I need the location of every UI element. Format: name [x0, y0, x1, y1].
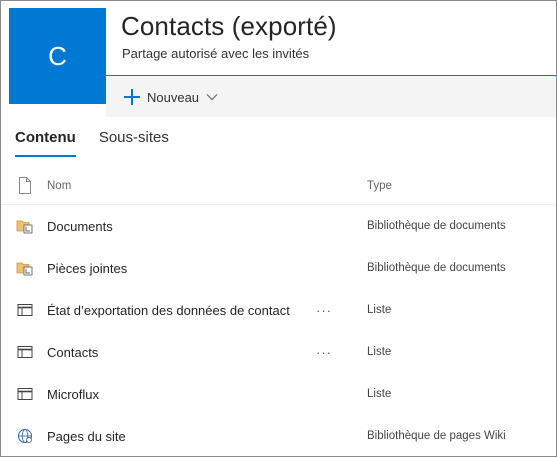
list-item[interactable]: État d’exportation des données de contac… — [1, 289, 556, 331]
list-item[interactable]: Pièces jointes Bibliothèque de documents — [1, 247, 556, 289]
item-name[interactable]: Contacts — [47, 331, 98, 373]
item-name[interactable]: Pages du site — [47, 415, 126, 456]
item-name[interactable]: Microflux — [47, 373, 99, 415]
list-item[interactable]: Microflux Liste — [1, 373, 556, 415]
site-title[interactable]: Contacts (exporté) — [121, 11, 337, 42]
column-header-name[interactable]: Nom — [47, 166, 71, 205]
file-type-header-icon[interactable] — [15, 166, 35, 205]
item-type: Bibliothèque de documents — [367, 220, 506, 232]
item-type: Liste — [367, 346, 392, 358]
list-icon — [15, 289, 35, 331]
more-options-icon[interactable]: ··· — [316, 331, 332, 373]
document-library-icon — [15, 205, 35, 247]
tab-subsites[interactable]: Sous-sites — [99, 129, 169, 157]
list-item[interactable]: Documents Bibliothèque de documents — [1, 205, 556, 247]
document-library-icon — [15, 247, 35, 289]
site-logo[interactable]: C — [9, 8, 106, 104]
chevron-down-icon — [205, 90, 219, 104]
item-type: Liste — [367, 304, 392, 316]
item-name[interactable]: État d’exportation des données de contac… — [47, 289, 290, 331]
list-item[interactable]: Contacts ··· Liste — [1, 331, 556, 373]
new-button-label: Nouveau — [147, 89, 200, 105]
item-type: Liste — [367, 388, 392, 400]
item-type: Bibliothèque de documents — [367, 262, 506, 274]
command-bar: Nouveau — [106, 76, 556, 117]
tab-content[interactable]: Contenu — [15, 129, 76, 157]
item-type: Bibliothèque de pages Wiki — [367, 430, 506, 442]
contents-list: Nom Type Documents Bibliothèque de docum… — [1, 165, 556, 456]
list-icon — [15, 373, 35, 415]
list-icon — [15, 331, 35, 373]
item-name[interactable]: Documents — [47, 205, 113, 247]
list-header: Nom Type — [1, 165, 556, 205]
new-button[interactable]: Nouveau — [124, 85, 219, 109]
plus-icon — [124, 89, 140, 105]
site-contents-window: C Contacts (exporté) Partage autorisé av… — [0, 0, 557, 457]
item-name[interactable]: Pièces jointes — [47, 247, 127, 289]
wiki-library-icon — [15, 415, 35, 456]
column-header-type[interactable]: Type — [367, 166, 392, 205]
list-item[interactable]: Pages du site Bibliothèque de pages Wiki — [1, 415, 556, 456]
more-options-icon[interactable]: ··· — [316, 289, 332, 331]
pivot-tabs: Contenu Sous-sites — [15, 129, 169, 157]
site-subtitle: Partage autorisé avec les invités — [122, 46, 310, 61]
site-logo-letter: C — [48, 40, 67, 71]
